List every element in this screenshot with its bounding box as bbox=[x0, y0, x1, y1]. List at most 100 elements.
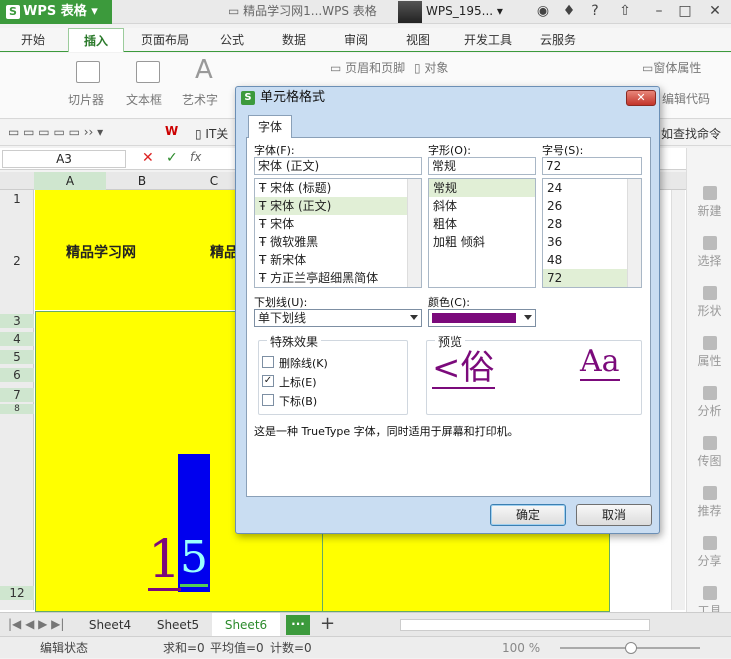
dialog-close-button[interactable]: ✕ bbox=[626, 90, 656, 106]
quick-tools-icons[interactable]: ▭ ▭ ▭ ▭ ▭ ›› ▾ bbox=[8, 125, 103, 139]
ok-button[interactable]: 确定 bbox=[490, 504, 566, 526]
zoom-slider-handle[interactable] bbox=[625, 642, 637, 654]
superscript-label[interactable]: 上标(E) bbox=[279, 374, 317, 390]
row-6[interactable]: 6 bbox=[0, 368, 34, 382]
header-footer-button[interactable]: ▭ 页眉和页脚 bbox=[330, 59, 405, 76]
row-8[interactable]: 8 bbox=[0, 404, 34, 414]
cancel-icon[interactable]: ✕ bbox=[142, 150, 154, 166]
cancel-button[interactable]: 取消 bbox=[576, 504, 652, 526]
row-7[interactable]: 7 bbox=[0, 388, 34, 402]
tab-sheet6[interactable]: Sheet6 bbox=[212, 613, 280, 637]
font-option[interactable]: Ŧ 微软雅黑 bbox=[255, 233, 421, 251]
menu-cloud[interactable]: 云服务 bbox=[530, 28, 586, 52]
app-menu-button[interactable]: S WPS 表格 ▾ bbox=[0, 0, 112, 24]
tab-sheet4[interactable]: Sheet4 bbox=[76, 613, 144, 637]
side-upload[interactable]: 传图 bbox=[687, 436, 731, 469]
slicer-icon[interactable] bbox=[76, 61, 100, 83]
row-12[interactable]: 12 bbox=[0, 586, 34, 600]
style-option[interactable]: 斜体 bbox=[429, 197, 535, 215]
font-option[interactable]: Ŧ 新宋体 bbox=[255, 251, 421, 269]
subscript-checkbox[interactable] bbox=[262, 394, 274, 406]
menu-insert[interactable]: 插入 bbox=[68, 28, 124, 52]
color-swatch bbox=[432, 313, 516, 323]
font-option-label: 宋体 bbox=[270, 217, 295, 231]
strike-checkbox[interactable] bbox=[262, 356, 274, 368]
row-2[interactable]: 2 bbox=[0, 254, 34, 268]
zoom-level[interactable]: 100 % bbox=[502, 637, 540, 659]
user-account[interactable]: WPS_195... ▾ bbox=[398, 0, 503, 24]
font-option-label: 宋体 (标题) bbox=[270, 181, 332, 195]
style-option[interactable]: 粗体 bbox=[429, 215, 535, 233]
row-4[interactable]: 4 bbox=[0, 332, 34, 346]
find-command[interactable]: 如查找命令 bbox=[661, 125, 721, 142]
menu-view[interactable]: 视图 bbox=[396, 28, 440, 52]
fx-icon[interactable]: fx bbox=[190, 150, 201, 164]
window-props-button[interactable]: ▭窗体属性 bbox=[642, 59, 701, 76]
row-1[interactable]: 1 bbox=[0, 192, 34, 206]
font-option[interactable]: Ŧ 宋体 (标题) bbox=[255, 179, 421, 197]
size-list-scrollbar[interactable] bbox=[627, 179, 641, 287]
col-a[interactable]: A bbox=[34, 172, 106, 190]
row-3[interactable]: 3 bbox=[0, 314, 34, 328]
style-option[interactable]: 加粗 倾斜 bbox=[429, 233, 535, 251]
side-new[interactable]: 新建 bbox=[687, 186, 731, 219]
side-props[interactable]: 属性 bbox=[687, 336, 731, 369]
tab-font[interactable]: 字体 bbox=[248, 115, 292, 138]
horizontal-scrollbar[interactable] bbox=[400, 619, 650, 631]
slicer-label[interactable]: 切片器 bbox=[68, 91, 104, 108]
side-shape[interactable]: 形状 bbox=[687, 286, 731, 319]
side-share[interactable]: 分享 bbox=[687, 536, 731, 569]
menu-data[interactable]: 数据 bbox=[272, 28, 316, 52]
font-input[interactable]: 宋体 (正文) bbox=[254, 157, 422, 175]
wps-w-icon[interactable]: W bbox=[165, 124, 178, 138]
font-list[interactable]: Ŧ 宋体 (标题) Ŧ 宋体 (正文) Ŧ 宋体 Ŧ 微软雅黑 Ŧ 新宋体 Ŧ … bbox=[254, 178, 422, 288]
menu-developer[interactable]: 开发工具 bbox=[458, 28, 518, 52]
font-option-selected[interactable]: Ŧ 宋体 (正文) bbox=[255, 197, 421, 215]
art-text-label[interactable]: 艺术字 bbox=[182, 91, 218, 108]
row-5[interactable]: 5 bbox=[0, 350, 34, 364]
shape-icon bbox=[702, 286, 717, 300]
style-option-selected[interactable]: 常规 bbox=[429, 179, 535, 197]
textbox-label[interactable]: 文本框 bbox=[126, 91, 162, 108]
maximize-button[interactable]: □ bbox=[672, 0, 698, 24]
size-input[interactable]: 72 bbox=[542, 157, 642, 175]
tab-nav-arrows[interactable]: |◀ ◀ ▶ ▶| bbox=[8, 617, 64, 631]
help-icon[interactable]: ? bbox=[582, 0, 608, 24]
vertical-scrollbar[interactable] bbox=[671, 190, 685, 610]
font-list-scrollbar[interactable] bbox=[407, 179, 421, 287]
menu-review[interactable]: 审阅 bbox=[334, 28, 378, 52]
font-option[interactable]: Ŧ 宋体 bbox=[255, 215, 421, 233]
col-b[interactable]: B bbox=[106, 172, 178, 190]
minimize-button[interactable]: – bbox=[646, 0, 672, 24]
style-list[interactable]: 常规 斜体 粗体 加粗 倾斜 bbox=[428, 178, 536, 288]
menu-home[interactable]: 开始 bbox=[10, 28, 56, 52]
object-button[interactable]: ▯ 对象 bbox=[414, 59, 448, 76]
size-list[interactable]: 24 26 28 36 48 72 bbox=[542, 178, 642, 288]
big-digit-one: 1 bbox=[148, 530, 182, 591]
style-input[interactable]: 常规 bbox=[428, 157, 536, 175]
art-text-icon[interactable]: A bbox=[195, 55, 213, 85]
menu-formula[interactable]: 公式 bbox=[210, 28, 254, 52]
subscript-label[interactable]: 下标(B) bbox=[279, 393, 317, 409]
shirt-icon[interactable]: ♦ bbox=[556, 0, 582, 24]
textbox-icon[interactable] bbox=[136, 61, 160, 83]
close-button[interactable]: ✕ bbox=[702, 0, 728, 24]
it-link[interactable]: ▯ IT关 bbox=[195, 125, 228, 142]
restore-ribbon-icon[interactable]: ⇧ bbox=[612, 0, 638, 24]
add-sheet-button[interactable]: + bbox=[320, 613, 335, 635]
side-select[interactable]: 选择 bbox=[687, 236, 731, 269]
menu-page-layout[interactable]: 页面布局 bbox=[134, 28, 196, 52]
superscript-checkbox[interactable]: ✓ bbox=[262, 375, 274, 387]
edit-code-button[interactable]: 编辑代码 bbox=[662, 90, 710, 107]
strike-label[interactable]: 删除线(K) bbox=[279, 355, 328, 371]
font-option[interactable]: Ŧ 方正兰亭超细黑简体 bbox=[255, 269, 421, 287]
skin-icon[interactable]: ◉ bbox=[530, 0, 556, 24]
underline-select[interactable]: 单下划线 bbox=[254, 309, 422, 327]
name-box[interactable]: A3 bbox=[2, 150, 126, 168]
side-analyze[interactable]: 分析 bbox=[687, 386, 731, 419]
side-recommend[interactable]: 推荐 bbox=[687, 486, 731, 519]
color-select[interactable] bbox=[428, 309, 536, 327]
confirm-icon[interactable]: ✓ bbox=[166, 150, 178, 166]
tab-sheet5[interactable]: Sheet5 bbox=[144, 613, 212, 637]
more-sheets-button[interactable]: ··· bbox=[286, 615, 310, 635]
